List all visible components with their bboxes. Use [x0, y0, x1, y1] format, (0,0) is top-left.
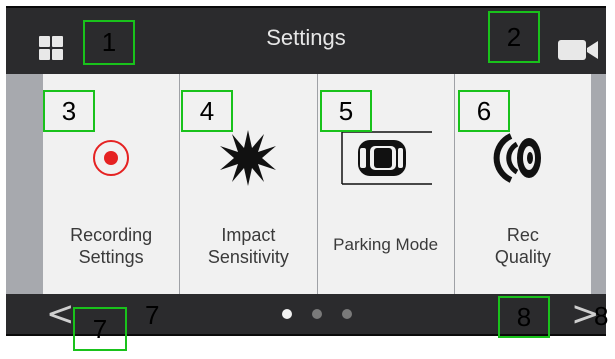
annotation-1: 1 — [83, 20, 135, 65]
annotation-8-text: 8 — [594, 301, 609, 331]
tile-label-rec-quality: Rec Quality — [494, 225, 551, 267]
annotation-5: 5 — [320, 90, 372, 132]
page-dot[interactable] — [312, 309, 322, 319]
annotation-2: 2 — [488, 11, 540, 63]
parking-car-icon — [318, 128, 454, 188]
impact-burst-icon — [180, 128, 316, 188]
settings-grid-area: Recording Settings Impact Sensitivity Pa… — [6, 74, 606, 294]
prev-page-button[interactable]: < — [46, 294, 75, 334]
record-icon — [43, 128, 179, 188]
page-indicator — [282, 309, 352, 319]
annotation-6: 6 — [458, 90, 510, 132]
tile-label-parking-mode: Parking Mode — [333, 235, 439, 254]
video-camera-icon[interactable] — [556, 38, 600, 62]
annotation-4: 4 — [181, 90, 233, 132]
tile-label-impact-sensitivity: Impact Sensitivity — [207, 225, 289, 267]
annotation-7-text: 7 — [145, 300, 160, 330]
tile-label-recording-settings: Recording Settings — [70, 225, 153, 267]
annotation-3: 3 — [43, 90, 95, 132]
page-dot[interactable] — [342, 309, 352, 319]
rec-quality-speaker-icon — [455, 128, 591, 188]
annotation-7: 7 — [73, 307, 127, 351]
page-dot-active[interactable] — [282, 309, 292, 319]
annotation-8: 8 — [498, 296, 550, 338]
